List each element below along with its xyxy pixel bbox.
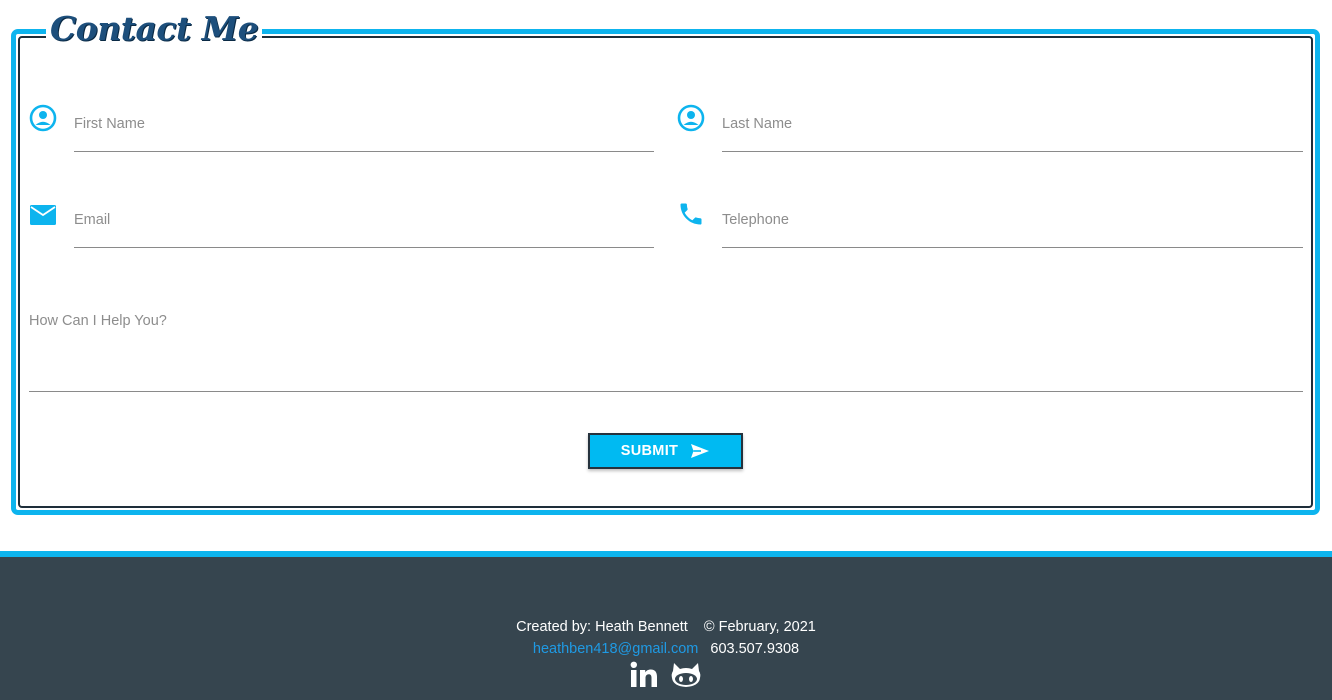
- message-textarea[interactable]: How Can I Help You?: [29, 300, 1303, 392]
- send-icon: [690, 443, 710, 459]
- phone-icon: [677, 200, 705, 228]
- account-circle-icon: [677, 104, 705, 132]
- email-field[interactable]: Email: [29, 200, 654, 248]
- telephone-field[interactable]: Telephone: [677, 200, 1303, 248]
- last-name-field[interactable]: Last Name: [677, 104, 1303, 152]
- account-circle-icon: [29, 104, 57, 132]
- email-placeholder: Email: [74, 212, 111, 228]
- last-name-placeholder: Last Name: [722, 116, 793, 132]
- telephone-placeholder: Telephone: [722, 212, 789, 228]
- social-links: [0, 661, 1332, 694]
- footer-email-link[interactable]: heathben418@gmail.com: [533, 641, 698, 657]
- form-title: Contact Me: [46, 4, 263, 56]
- first-name-placeholder: First Name: [74, 116, 145, 132]
- first-name-underline: [74, 151, 654, 152]
- github-icon[interactable]: [670, 661, 702, 694]
- email-underline: [74, 247, 654, 248]
- footer: Created by: Heath Bennett © February, 20…: [0, 551, 1332, 700]
- created-by-text: Created by: Heath Bennett: [516, 619, 688, 635]
- footer-phone: 603.507.9308: [710, 641, 800, 657]
- linkedin-icon[interactable]: [630, 661, 660, 694]
- last-name-underline: [722, 151, 1303, 152]
- first-name-field[interactable]: First Name: [29, 104, 654, 152]
- footer-contact: heathben418@gmail.com 603.507.9308: [0, 641, 1332, 657]
- submit-label: SUBMIT: [620, 443, 679, 459]
- email-icon: [29, 200, 57, 228]
- footer-credits: Created by: Heath Bennett © February, 20…: [0, 619, 1332, 635]
- message-placeholder: How Can I Help You?: [29, 313, 167, 329]
- copyright-text: © February, 2021: [703, 619, 816, 635]
- telephone-underline: [722, 247, 1303, 248]
- submit-button[interactable]: SUBMIT: [588, 433, 743, 469]
